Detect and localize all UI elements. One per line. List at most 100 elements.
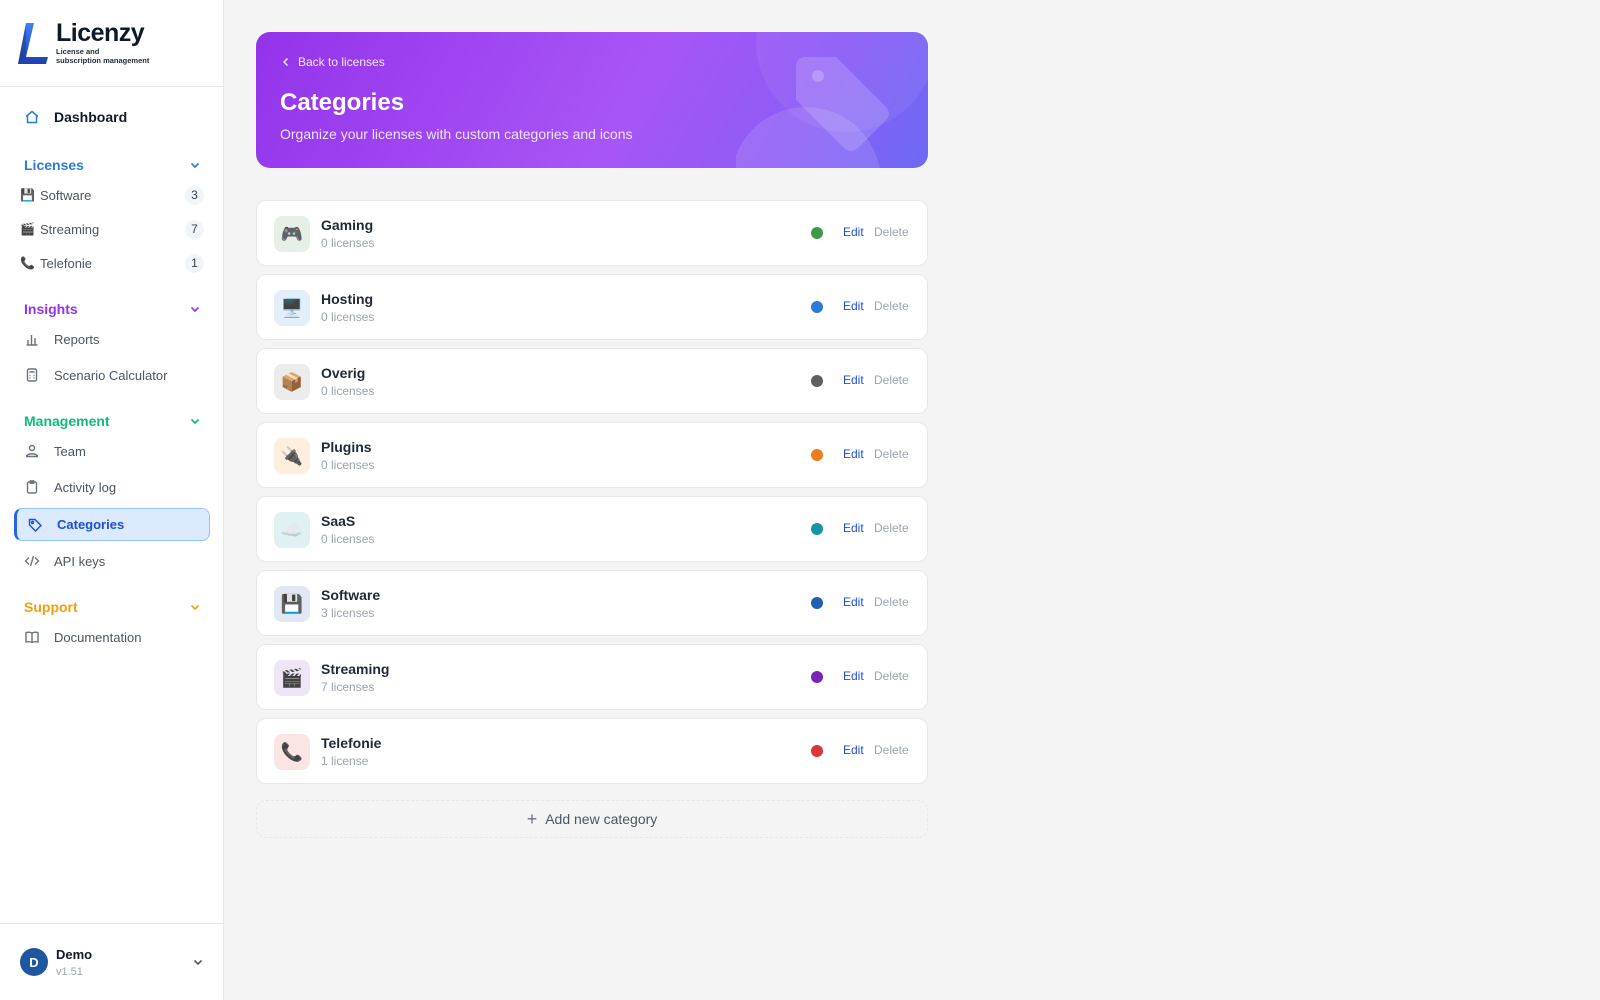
- category-icon: 💾: [274, 586, 310, 622]
- edit-button[interactable]: Edit: [843, 299, 864, 313]
- category-row-plugins: 🔌 Plugins 0 licenses Edit Delete: [256, 422, 928, 488]
- chevron-down-icon: [190, 604, 200, 611]
- edit-button[interactable]: Edit: [843, 595, 864, 609]
- sidebar-item-team[interactable]: Team: [14, 436, 210, 466]
- category-icon: 🎬: [274, 660, 310, 696]
- category-name: Telefonie: [321, 735, 382, 751]
- sidebar-item-label: API keys: [54, 553, 106, 569]
- edit-button[interactable]: Edit: [843, 669, 864, 683]
- sidebar-item-streaming[interactable]: 🎬 Streaming 7: [14, 214, 210, 244]
- category-icon: 🔌: [274, 438, 310, 474]
- chevron-down-icon: [193, 959, 203, 966]
- category-name: Overig: [321, 365, 366, 381]
- back-link-label: Back to licenses: [298, 55, 385, 69]
- sidebar-item-documentation[interactable]: Documentation: [14, 622, 210, 652]
- delete-button[interactable]: Delete: [874, 373, 909, 387]
- chevron-left-icon: [282, 57, 289, 67]
- edit-button[interactable]: Edit: [843, 225, 864, 239]
- clapper-icon: 🎬: [20, 222, 35, 236]
- section-support-title: Support: [24, 599, 78, 615]
- category-name: Streaming: [321, 661, 390, 677]
- category-color-dot: [811, 671, 823, 683]
- delete-button[interactable]: Delete: [874, 595, 909, 609]
- category-color-dot: [811, 301, 823, 313]
- category-color-dot: [811, 375, 823, 387]
- sidebar-item-label: Categories: [57, 517, 125, 532]
- delete-button[interactable]: Delete: [874, 521, 909, 535]
- delete-button[interactable]: Delete: [874, 669, 909, 683]
- category-row-streaming: 🎬 Streaming 7 licenses Edit Delete: [256, 644, 928, 710]
- nav-dashboard-label: Dashboard: [54, 109, 128, 125]
- page-subtitle: Organize your licenses with custom categ…: [280, 126, 633, 142]
- sidebar: Licenzy License and subscription managem…: [0, 0, 224, 1000]
- category-license-count: 1 license: [321, 754, 369, 768]
- section-insights-toggle[interactable]: Insights: [24, 299, 202, 319]
- delete-button[interactable]: Delete: [874, 447, 909, 461]
- edit-button[interactable]: Edit: [843, 373, 864, 387]
- chevron-down-icon: [190, 306, 200, 313]
- category-icon: 📞: [274, 734, 310, 770]
- user-menu[interactable]: D Demo v1.51: [0, 923, 223, 1000]
- sidebar-item-label: Activity log: [54, 479, 117, 495]
- brand-name: Licenzy: [56, 19, 145, 47]
- section-support-toggle[interactable]: Support: [24, 597, 202, 617]
- category-icon: 📦: [274, 364, 310, 400]
- delete-button[interactable]: Delete: [874, 743, 909, 757]
- category-icon: 🎮: [274, 216, 310, 252]
- chevron-down-icon: [190, 162, 200, 169]
- sidebar-item-label: Reports: [54, 331, 100, 347]
- home-icon: [25, 110, 39, 124]
- tag-decoration-icon: [736, 32, 928, 168]
- category-name: SaaS: [321, 513, 356, 529]
- category-color-dot: [811, 597, 823, 609]
- code-icon: [24, 555, 40, 567]
- sidebar-item-label: Telefonie: [40, 255, 93, 271]
- sidebar-item-scenario-calculator[interactable]: Scenario Calculator: [14, 360, 210, 390]
- sidebar-item-label: Software: [40, 187, 92, 203]
- sidebar-item-label: Team: [54, 443, 86, 459]
- brand-logo[interactable]: Licenzy License and subscription managem…: [0, 0, 223, 87]
- section-management-toggle[interactable]: Management: [24, 411, 202, 431]
- sidebar-item-label: Streaming: [40, 221, 100, 237]
- category-row-hosting: 🖥️ Hosting 0 licenses Edit Delete: [256, 274, 928, 340]
- section-insights-title: Insights: [24, 301, 78, 317]
- calculator-icon: [26, 368, 38, 382]
- edit-button[interactable]: Edit: [843, 743, 864, 757]
- sidebar-item-api-keys[interactable]: API keys: [14, 546, 210, 576]
- brand-tagline-2: subscription management: [56, 56, 150, 65]
- category-row-software: 💾 Software 3 licenses Edit Delete: [256, 570, 928, 636]
- category-icon: ☁️: [274, 512, 310, 548]
- sidebar-item-telefonie[interactable]: 📞 Telefonie 1: [14, 248, 210, 278]
- category-name: Software: [321, 587, 381, 603]
- back-to-licenses-link[interactable]: Back to licenses: [280, 55, 385, 69]
- category-license-count: 7 licenses: [321, 680, 375, 694]
- team-icon: [25, 444, 39, 458]
- category-license-count: 3 licenses: [321, 606, 375, 620]
- edit-button[interactable]: Edit: [843, 447, 864, 461]
- delete-button[interactable]: Delete: [874, 299, 909, 313]
- tag-icon: [28, 518, 42, 532]
- category-color-dot: [811, 449, 823, 461]
- book-icon: [25, 631, 39, 644]
- edit-button[interactable]: Edit: [843, 521, 864, 535]
- delete-button[interactable]: Delete: [874, 225, 909, 239]
- category-row-saas: ☁️ SaaS 0 licenses Edit Delete: [256, 496, 928, 562]
- category-row-overig: 📦 Overig 0 licenses Edit Delete: [256, 348, 928, 414]
- category-color-dot: [811, 523, 823, 535]
- add-category-button[interactable]: + Add new category: [256, 800, 928, 838]
- plus-icon: +: [526, 809, 538, 829]
- count-badge: 3: [185, 185, 204, 205]
- sidebar-item-reports[interactable]: Reports: [14, 324, 210, 354]
- nav-dashboard[interactable]: Dashboard: [14, 104, 210, 130]
- page-header: Back to licenses Categories Organize you…: [256, 32, 928, 168]
- sidebar-item-software[interactable]: 💾 Software 3: [14, 180, 210, 210]
- sidebar-item-categories[interactable]: Categories: [14, 508, 210, 541]
- category-color-dot: [811, 227, 823, 239]
- bar-chart-icon: [26, 335, 38, 346]
- sidebar-item-activity-log[interactable]: Activity log: [14, 472, 210, 502]
- section-licenses-toggle[interactable]: Licenses: [24, 155, 202, 175]
- category-icon: 🖥️: [274, 290, 310, 326]
- category-name: Hosting: [321, 291, 374, 307]
- brand-tagline-1: License and: [56, 47, 100, 56]
- category-name: Gaming: [321, 217, 374, 233]
